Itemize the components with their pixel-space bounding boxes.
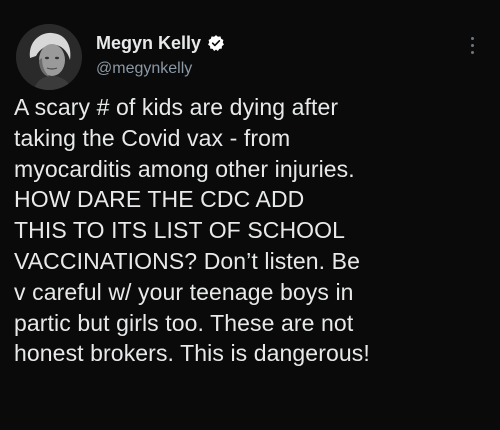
tweet-text: A scary # of kids are dying after taking…: [14, 94, 370, 367]
more-dot: [470, 43, 474, 47]
user-handle[interactable]: @megynkelly: [96, 60, 225, 78]
tweet-card: Megyn Kelly @megynkelly A scary # of kid…: [0, 0, 500, 430]
more-options-icon[interactable]: [464, 30, 480, 60]
more-dot: [470, 50, 474, 54]
profile-photo: [16, 24, 82, 90]
more-dot: [470, 36, 474, 40]
display-name[interactable]: Megyn Kelly: [96, 33, 201, 54]
tweet-header: Megyn Kelly @megynkelly: [96, 32, 225, 78]
name-row: Megyn Kelly: [96, 32, 225, 54]
avatar[interactable]: [16, 24, 82, 90]
verified-badge-icon: [208, 35, 224, 51]
